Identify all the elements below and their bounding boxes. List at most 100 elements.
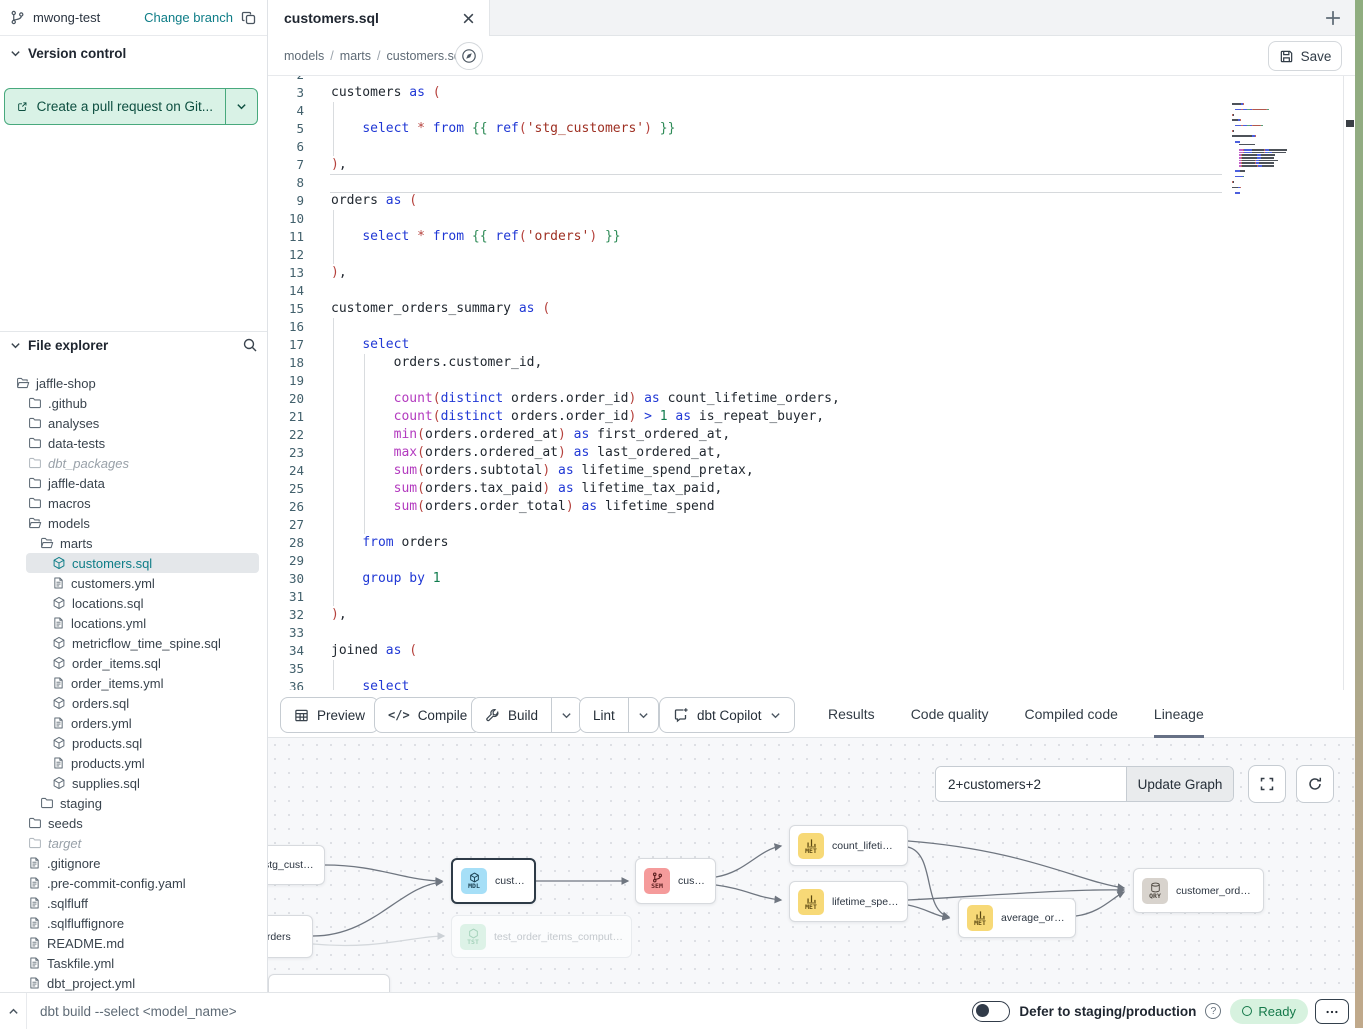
breadcrumb-item[interactable]: customers.sql xyxy=(387,49,464,63)
lint-button[interactable]: Lint xyxy=(579,697,659,733)
close-icon[interactable] xyxy=(462,12,475,25)
help-icon[interactable]: ? xyxy=(1205,1003,1221,1019)
breadcrumb-item[interactable]: marts xyxy=(340,49,371,63)
lineage-node-stg-customers[interactable]: MDLstg_customers xyxy=(268,845,325,885)
tab-results[interactable]: Results xyxy=(828,690,875,738)
editor-scrollbar[interactable] xyxy=(1343,76,1355,690)
file-tree-item-orders-yml[interactable]: orders.yml xyxy=(0,713,267,733)
create-pr-button[interactable]: Create a pull request on Git... xyxy=(4,88,258,125)
file-tree-item-jaffle-data[interactable]: jaffle-data xyxy=(0,473,267,493)
canvas-icon[interactable] xyxy=(455,42,483,70)
file-label: products.yml xyxy=(71,756,145,771)
file-tree-item-supplies-sql[interactable]: supplies.sql xyxy=(0,773,267,793)
lineage-node-customers[interactable]: MDLcustomers xyxy=(451,858,536,904)
code-line: select xyxy=(331,336,1343,354)
file-tree-item-taskfile-yml[interactable]: Taskfile.yml xyxy=(0,953,267,973)
preview-label: Preview xyxy=(317,708,365,723)
lineage-node-partial[interactable] xyxy=(268,974,390,992)
file-label: analyses xyxy=(48,416,99,431)
preview-button[interactable]: Preview xyxy=(280,697,379,733)
folder-open-icon xyxy=(28,516,42,530)
file-tree-item-order-items-yml[interactable]: order_items.yml xyxy=(0,673,267,693)
lineage-node-customers[interactable]: SEMcustomers xyxy=(635,858,716,904)
file-tree-item-marts[interactable]: marts xyxy=(0,533,267,553)
change-branch-link[interactable]: Change branch xyxy=(144,10,233,25)
build-dropdown-caret[interactable] xyxy=(551,698,581,732)
compile-button[interactable]: </> Compile xyxy=(374,697,481,733)
lineage-node-average-order-value[interactable]: METaverage_order_value xyxy=(958,898,1076,938)
tab-code-quality[interactable]: Code quality xyxy=(911,690,989,738)
version-control-header[interactable]: Version control xyxy=(10,46,126,61)
file-tree-item-customers-yml[interactable]: customers.yml xyxy=(0,573,267,593)
build-button[interactable]: Build xyxy=(471,697,582,733)
file-label: .github xyxy=(48,396,87,411)
file-tree-item-models[interactable]: models xyxy=(0,513,267,533)
file-tree-item-orders-sql[interactable]: orders.sql xyxy=(0,693,267,713)
lint-dropdown-caret[interactable] xyxy=(628,698,658,732)
pr-dropdown-caret[interactable] xyxy=(225,89,257,124)
file-tree-item-jaffle-shop[interactable]: jaffle-shop xyxy=(0,373,267,393)
copy-icon[interactable] xyxy=(241,10,257,26)
file-tree-item--sqlfluffignore[interactable]: .sqlfluffignore xyxy=(0,913,267,933)
code-editor[interactable]: 2345678910111213141516171819202122232425… xyxy=(268,76,1343,690)
refresh-button[interactable] xyxy=(1296,765,1334,803)
fullscreen-button[interactable] xyxy=(1248,765,1286,803)
minimap[interactable] xyxy=(1232,100,1312,196)
file-tree-item--github[interactable]: .github xyxy=(0,393,267,413)
breadcrumb-item[interactable]: models xyxy=(284,49,324,63)
tab-label: customers.sql xyxy=(284,10,452,26)
file-tree-item--pre-commit-config-yaml[interactable]: .pre-commit-config.yaml xyxy=(0,873,267,893)
file-tree-item--gitignore[interactable]: .gitignore xyxy=(0,853,267,873)
file-tree-item-products-yml[interactable]: products.yml xyxy=(0,753,267,773)
model-icon xyxy=(52,776,66,790)
file-tree-item-locations-yml[interactable]: locations.yml xyxy=(0,613,267,633)
scrollbar-thumb[interactable] xyxy=(1346,120,1354,127)
file-tree-item-staging[interactable]: staging xyxy=(0,793,267,813)
file-tree-item-macros[interactable]: macros xyxy=(0,493,267,513)
file-label: jaffle-shop xyxy=(36,376,96,391)
file-tree-item-analyses[interactable]: analyses xyxy=(0,413,267,433)
node-label: average_order_value xyxy=(1001,912,1067,924)
file-tree-item-metricflow-time-spine-sql[interactable]: metricflow_time_spine.sql xyxy=(0,633,267,653)
file-tree-item-target[interactable]: target xyxy=(0,833,267,853)
file-explorer-header[interactable]: File explorer xyxy=(10,337,258,353)
file-tree-item-dbt-project-yml[interactable]: dbt_project.yml xyxy=(0,973,267,992)
file-tree-item-readme-md[interactable]: README.md xyxy=(0,933,267,953)
lineage-node-customer-order-metrics[interactable]: QRYcustomer_order_metrics xyxy=(1133,868,1264,913)
update-graph-button[interactable]: Update Graph xyxy=(1126,767,1233,801)
dbt-copilot-button[interactable]: dbt Copilot xyxy=(659,697,795,733)
file-tree-item-locations-sql[interactable]: locations.sql xyxy=(0,593,267,613)
file-tree-item-seeds[interactable]: seeds xyxy=(0,813,267,833)
lint-label: Lint xyxy=(593,708,615,723)
file-label: dbt_project.yml xyxy=(47,976,135,991)
dbt-command-input[interactable] xyxy=(40,993,640,1029)
line-number: 34 xyxy=(268,642,312,660)
collapse-panel-button[interactable] xyxy=(0,993,27,1029)
selector-input[interactable] xyxy=(936,767,1126,801)
lineage-node-count-lifetime-orders[interactable]: METcount_lifetime_orders xyxy=(789,825,908,866)
lineage-node-orders[interactable]: MDLorders xyxy=(268,915,313,958)
file-label: jaffle-data xyxy=(48,476,105,491)
tab-compiled-code[interactable]: Compiled code xyxy=(1025,690,1118,738)
save-button[interactable]: Save xyxy=(1268,41,1342,71)
tab-lineage[interactable]: Lineage xyxy=(1154,690,1204,738)
lineage-node-lifetime-spend-pretax[interactable]: METlifetime_spend_pretax xyxy=(789,881,908,922)
file-tree-item-products-sql[interactable]: products.sql xyxy=(0,733,267,753)
new-tab-button[interactable] xyxy=(1323,8,1343,28)
file-tree-item-customers-sql[interactable]: customers.sql xyxy=(0,553,267,573)
code-icon: </> xyxy=(388,708,410,722)
copilot-icon xyxy=(673,707,689,723)
tab-customers-sql[interactable]: customers.sql xyxy=(268,0,490,36)
file-label: models xyxy=(48,516,90,531)
file-tree-item-dbt-packages[interactable]: dbt_packages xyxy=(0,453,267,473)
defer-toggle[interactable] xyxy=(972,1001,1010,1022)
search-icon[interactable] xyxy=(242,337,258,353)
code-lines: customers as ( select * from {{ ref('stg… xyxy=(331,76,1343,690)
more-options-button[interactable] xyxy=(1315,999,1349,1024)
lineage-node-test-order-items-compute-to-bools-[interactable]: TSTtest_order_items_compute_to_bools... xyxy=(451,915,632,958)
file-icon xyxy=(28,956,41,970)
file-tree-item-data-tests[interactable]: data-tests xyxy=(0,433,267,453)
file-label: README.md xyxy=(47,936,124,951)
file-tree-item--sqlfluff[interactable]: .sqlfluff xyxy=(0,893,267,913)
file-tree-item-order-items-sql[interactable]: order_items.sql xyxy=(0,653,267,673)
